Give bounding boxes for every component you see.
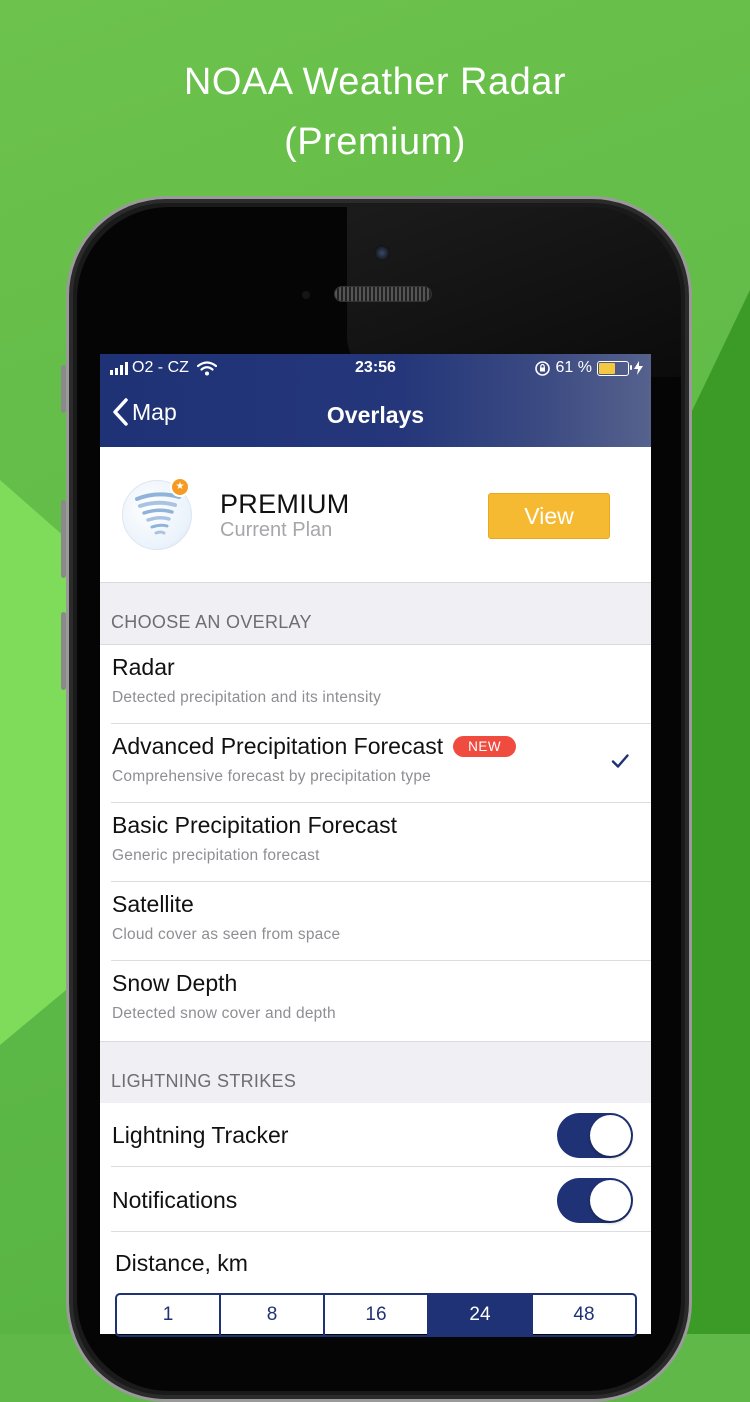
battery-icon — [597, 360, 632, 376]
new-badge: NEW — [453, 736, 517, 757]
navigation-bar: O2 - CZ 23:56 61 % Map Overlays — [100, 354, 651, 447]
distance-label: Distance, km — [115, 1250, 248, 1276]
overlay-row-basic-precipitation[interactable]: Basic Precipitation Forecast Generic pre… — [100, 803, 651, 882]
distance-option-8[interactable]: 8 — [221, 1295, 325, 1335]
lightning-tracker-toggle[interactable] — [557, 1113, 633, 1158]
promo-headline: NOAA Weather Radar (Premium) — [0, 52, 750, 172]
overlay-description: Comprehensive forecast by precipitation … — [112, 768, 431, 785]
overlay-title-line: Advanced Precipitation Forecast NEW — [112, 733, 517, 760]
overlay-title: Satellite — [112, 891, 194, 917]
plan-subtitle: Current Plan — [220, 519, 333, 541]
star-badge-icon: ★ — [170, 477, 190, 497]
overlay-row-snow-depth[interactable]: Snow Depth Detected snow cover and depth — [100, 961, 651, 1040]
status-bar: O2 - CZ 23:56 61 % — [100, 354, 651, 384]
overlay-title: Advanced Precipitation Forecast — [112, 733, 444, 759]
status-right: 61 % — [534, 359, 643, 377]
charging-bolt-icon — [634, 361, 643, 375]
headline-line1: NOAA Weather Radar — [183, 61, 567, 103]
toggle-knob — [590, 1115, 631, 1156]
plan-name: PREMIUM — [220, 489, 350, 519]
overlay-description: Detected snow cover and depth — [112, 1005, 336, 1022]
distance-option-16[interactable]: 16 — [325, 1295, 429, 1335]
checkmark-icon — [611, 754, 629, 768]
row-divider — [111, 1231, 651, 1232]
overlay-row-radar[interactable]: Radar Detected precipitation and its int… — [100, 645, 651, 724]
lightning-section-header: LIGHTNING STRIKES — [100, 1041, 651, 1104]
notifications-toggle[interactable] — [557, 1178, 633, 1223]
overlay-row-advanced-precipitation[interactable]: Advanced Precipitation Forecast NEW Compr… — [100, 724, 651, 803]
proximity-sensor — [302, 291, 310, 299]
earpiece-speaker — [334, 286, 432, 302]
battery-percent: 61 % — [555, 359, 592, 376]
notifications-row: Notifications — [100, 1168, 651, 1232]
overlay-title: Radar — [112, 654, 175, 680]
overlay-description: Detected precipitation and its intensity — [112, 689, 382, 706]
lightning-tracker-row: Lightning Tracker — [100, 1103, 651, 1167]
overlay-title: Snow Depth — [112, 970, 238, 996]
page-title: Overlays — [326, 402, 425, 428]
distance-option-1[interactable]: 1 — [117, 1295, 221, 1335]
distance-option-48[interactable]: 48 — [533, 1295, 635, 1335]
toggle-knob — [590, 1180, 631, 1221]
notifications-label: Notifications — [112, 1187, 238, 1213]
orientation-lock-icon — [534, 360, 550, 376]
view-plan-button[interactable]: View — [488, 493, 610, 539]
lightning-tracker-label: Lightning Tracker — [112, 1122, 289, 1148]
overlays-section-title: CHOOSE AN OVERLAY — [111, 612, 312, 632]
lightning-section-title: LIGHTNING STRIKES — [111, 1071, 297, 1091]
row-divider — [111, 1166, 651, 1167]
headline-line2: (Premium) — [284, 121, 466, 163]
overlay-description: Generic precipitation forecast — [112, 847, 320, 864]
distance-segmented-control: 1 8 16 24 48 — [115, 1293, 637, 1337]
overlay-description: Cloud cover as seen from space — [112, 926, 341, 943]
overlays-section-header: CHOOSE AN OVERLAY — [100, 583, 651, 645]
app-screen: O2 - CZ 23:56 61 % Map Overlays ★ PREMIU… — [100, 354, 651, 1334]
overlay-row-satellite[interactable]: Satellite Cloud cover as seen from space — [100, 882, 651, 961]
plan-card: ★ PREMIUM Current Plan View — [100, 447, 651, 583]
front-camera-icon — [374, 245, 390, 261]
distance-option-24[interactable]: 24 — [429, 1295, 533, 1335]
overlay-title: Basic Precipitation Forecast — [112, 812, 398, 838]
